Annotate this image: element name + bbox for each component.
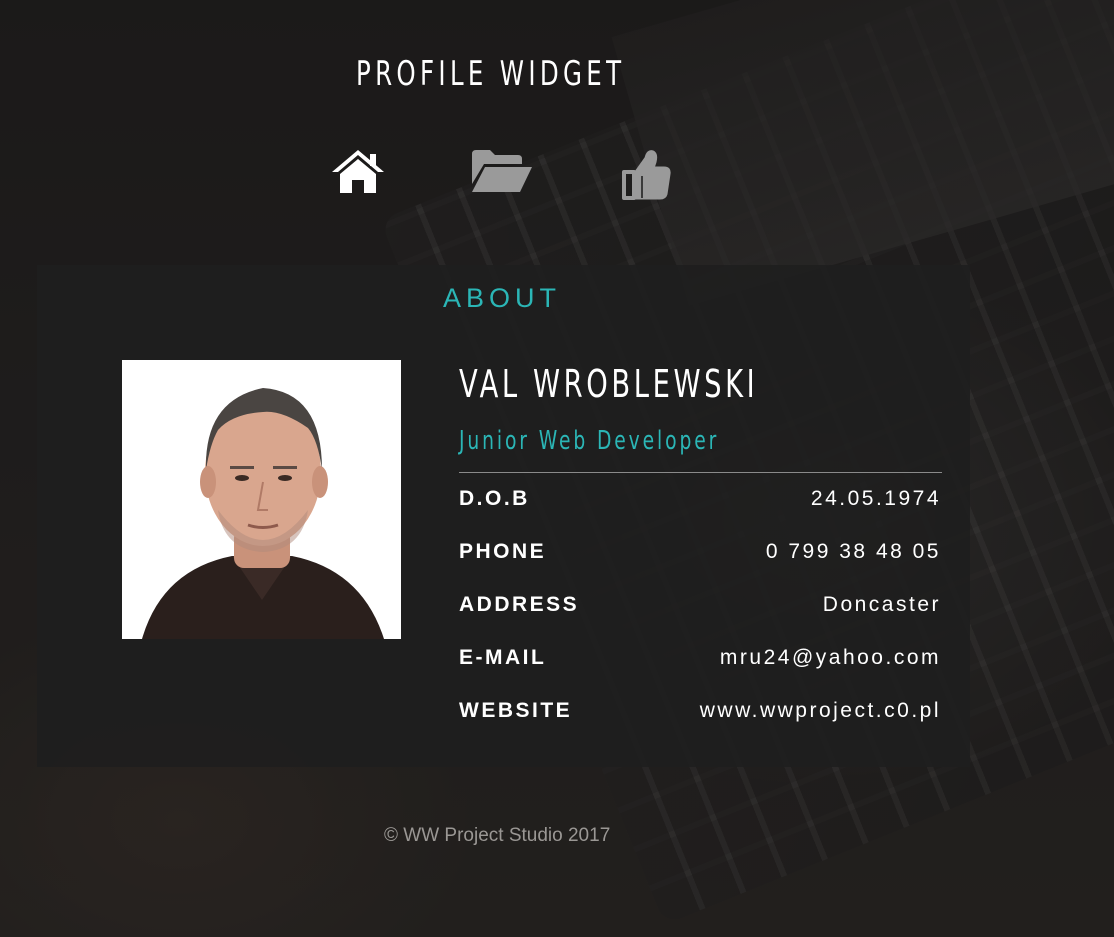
detail-row-address: ADDRESS Doncaster	[459, 593, 941, 646]
detail-row-email: E-MAIL mru24@yahoo.com	[459, 646, 941, 699]
folder-open-icon	[472, 150, 532, 192]
detail-row-website: WEBSITE www.wwproject.c0.pl	[459, 699, 941, 752]
detail-value: www.wwproject.c0.pl	[699, 699, 941, 722]
page-title: PROFILE WIDGET	[356, 54, 626, 94]
detail-label: PHONE	[459, 540, 547, 563]
profile-name: VAL WROBLEWSKI	[459, 362, 759, 406]
detail-value: 24.05.1974	[810, 487, 941, 510]
page-background: PROFILE WIDGET ABOUT VAL WROBLEWSKI Juni…	[0, 0, 1114, 937]
about-heading: ABOUT	[442, 283, 561, 313]
detail-label: D.O.B	[459, 487, 530, 510]
footer-copyright: © WW Project Studio 2017	[384, 825, 611, 846]
icon-nav	[330, 148, 690, 204]
nav-folder-button[interactable]	[470, 148, 536, 204]
detail-row-dob: D.O.B 24.05.1974	[459, 487, 941, 540]
profile-photo	[122, 360, 401, 639]
nav-home-button[interactable]	[330, 148, 390, 204]
details-list: D.O.B 24.05.1974 PHONE 0 799 38 48 05 AD…	[459, 487, 941, 752]
detail-label: ADDRESS	[459, 593, 580, 616]
detail-value: mru24@yahoo.com	[719, 646, 941, 669]
thumbs-up-icon	[622, 150, 671, 200]
detail-value: Doncaster	[822, 593, 941, 616]
detail-value: 0 799 38 48 05	[765, 540, 941, 563]
detail-label: E-MAIL	[459, 646, 547, 669]
divider	[459, 472, 942, 473]
portrait-image	[122, 360, 401, 639]
profile-role: Junior Web Developer	[459, 426, 720, 456]
home-icon	[332, 150, 384, 193]
nav-like-button[interactable]	[620, 148, 674, 204]
detail-row-phone: PHONE 0 799 38 48 05	[459, 540, 941, 593]
detail-label: WEBSITE	[459, 699, 573, 722]
